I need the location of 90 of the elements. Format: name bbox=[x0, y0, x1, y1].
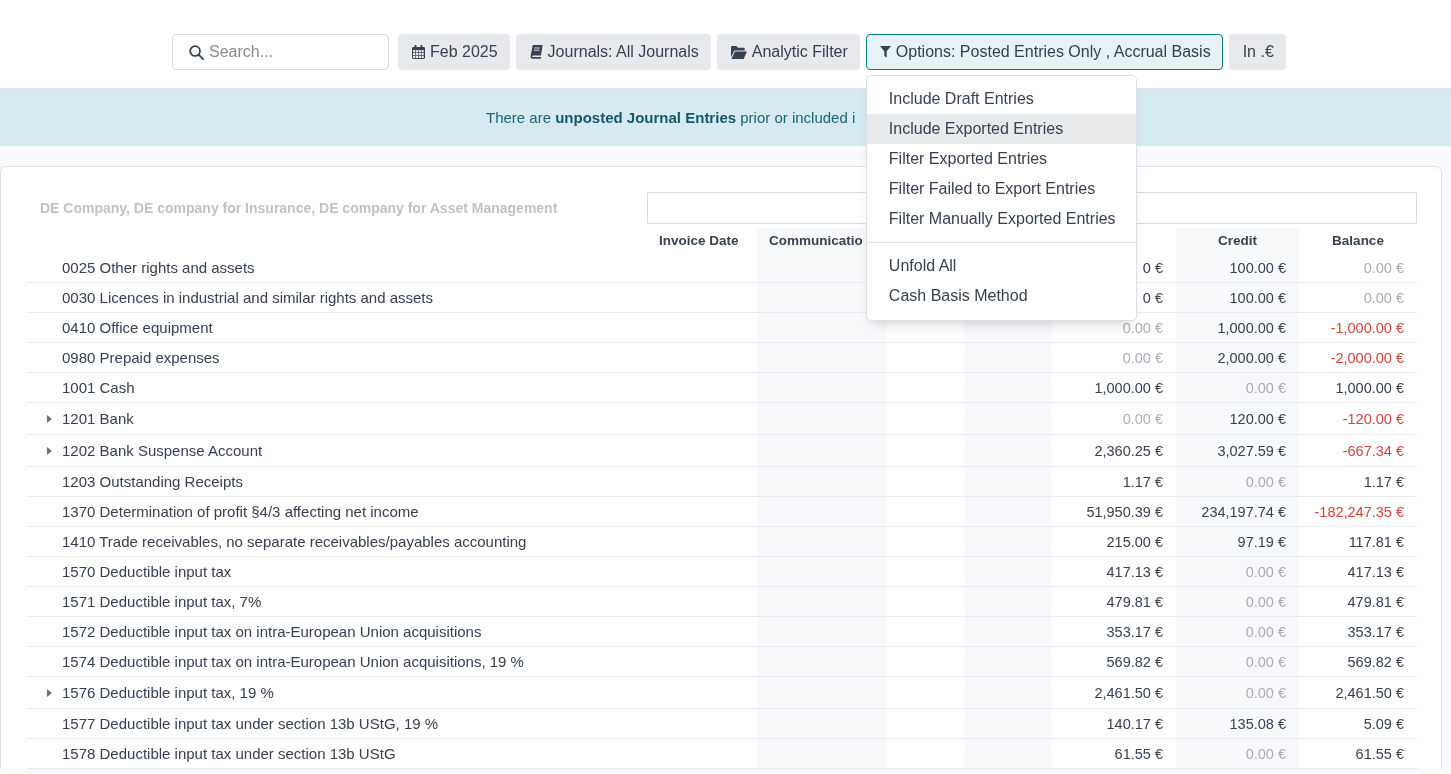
account-name: 0030 Licences in industrial and similar rights and assets bbox=[62, 289, 434, 306]
account-name: 1202 Bank Suspense Account bbox=[62, 442, 263, 459]
search-icon bbox=[189, 45, 204, 60]
account-name: 1571 Deductible input tax, 7% bbox=[62, 593, 262, 610]
balance-amount: -120.00 € bbox=[1299, 403, 1417, 435]
account-name: 1572 Deductible input tax on intra-European Union acquisitions bbox=[62, 623, 482, 640]
balance-amount: -2,000.00 € bbox=[1299, 343, 1417, 373]
credit-amount: 3,027.59 € bbox=[1176, 435, 1299, 467]
credit-amount: 1,000.00 € bbox=[1176, 313, 1299, 343]
filter-icon bbox=[879, 46, 891, 58]
debit-amount: 61.55 € bbox=[1052, 739, 1176, 769]
column-header: Balance bbox=[1331, 232, 1385, 250]
account-name: 1578 Deductible input tax under section 13b UStG bbox=[62, 745, 396, 762]
credit-amount: 2,000.00 € bbox=[1176, 343, 1299, 373]
period-filter-button[interactable]: Feb 2025 bbox=[398, 34, 510, 70]
column-header: Invoice Date bbox=[658, 232, 740, 250]
menu-item[interactable]: Filter Manually Exported Entries bbox=[866, 204, 1136, 234]
account-name: 1410 Trade receivables, no separate receivables/payables accounting bbox=[62, 533, 527, 550]
debit-amount: 215.00 € bbox=[1052, 527, 1176, 557]
account-name: 0410 Office equipment bbox=[62, 319, 213, 336]
debit-amount: 2,461.50 € bbox=[1052, 677, 1176, 709]
credit-amount: 97.19 € bbox=[1176, 527, 1299, 557]
book-icon bbox=[529, 45, 543, 59]
account-name: 1577 Deductible input tax under section 13b UStG, 19 % bbox=[62, 715, 439, 732]
credit-amount: 0.00 € bbox=[1176, 739, 1299, 769]
credit-amount: 100.00 € bbox=[1176, 253, 1299, 283]
account-name: 1203 Outstanding Receipts bbox=[62, 473, 243, 490]
debit-amount: 51,950.39 € bbox=[1052, 497, 1176, 527]
balance-amount: 117.81 € bbox=[1299, 527, 1417, 557]
caret-icon[interactable] bbox=[47, 688, 52, 697]
calendar-icon bbox=[412, 45, 425, 59]
credit-amount: 0.00 € bbox=[1176, 647, 1299, 677]
balance-amount: -182,247.35 € bbox=[1299, 497, 1417, 527]
balance-amount: 5.09 € bbox=[1299, 709, 1417, 739]
debit-amount: 1.17 € bbox=[1052, 467, 1176, 497]
balance-amount: 417.13 € bbox=[1299, 557, 1417, 587]
account-name: 1574 Deductible input tax on intra-European Union acquisitions, 19 % bbox=[62, 653, 524, 670]
credit-amount: 0.00 € bbox=[1176, 373, 1299, 403]
debit-amount: 353.17 € bbox=[1052, 617, 1176, 647]
account-name: 0980 Prepaid expenses bbox=[62, 349, 220, 366]
account-name: 1570 Deductible input tax bbox=[62, 563, 232, 580]
debit-amount: 569.82 € bbox=[1052, 647, 1176, 677]
journals-filter-button[interactable]: Journals: All Journals bbox=[515, 34, 711, 70]
account-name: 1370 Determination of profit §4/3 affecting net income bbox=[62, 503, 419, 520]
credit-amount: 135.08 € bbox=[1176, 709, 1299, 739]
menu-item[interactable]: Include Exported Entries bbox=[866, 114, 1136, 144]
caret-icon[interactable] bbox=[47, 446, 52, 455]
currency-filter-button[interactable]: In .€ bbox=[1228, 34, 1286, 70]
account-name: 0025 Other rights and assets bbox=[62, 259, 255, 276]
balance-amount: 479.81 € bbox=[1299, 587, 1417, 617]
balance-amount: 353.17 € bbox=[1299, 617, 1417, 647]
account-name: 1001 Cash bbox=[62, 379, 135, 396]
search-field[interactable]: Search... bbox=[172, 34, 389, 70]
debit-amount: 479.81 € bbox=[1052, 587, 1176, 617]
credit-amount: 0.00 € bbox=[1176, 587, 1299, 617]
credit-amount: 0.00 € bbox=[1176, 617, 1299, 647]
menu-item[interactable]: Filter Exported Entries bbox=[866, 144, 1136, 174]
caret-icon[interactable] bbox=[47, 414, 52, 423]
balance-amount: 1,000.00 € bbox=[1299, 373, 1417, 403]
balance-amount: -667.34 € bbox=[1299, 435, 1417, 467]
credit-amount: 0.00 € bbox=[1176, 557, 1299, 587]
balance-amount: 61.55 € bbox=[1299, 739, 1417, 769]
credit-amount: 120.00 € bbox=[1176, 403, 1299, 435]
debit-amount: 0.00 € bbox=[1052, 403, 1176, 435]
company-names: DE Company, DE company for Insurance, DE company for Asset Management bbox=[39, 200, 559, 216]
balance-amount: -1,000.00 € bbox=[1299, 313, 1417, 343]
column-header: Communicatio bbox=[768, 232, 864, 250]
options-filter-button[interactable]: Options: Posted Entries Only , Accrual Basis bbox=[865, 34, 1223, 70]
debit-amount: 2,360.25 € bbox=[1052, 435, 1176, 467]
account-name: 1576 Deductible input tax, 19 % bbox=[62, 684, 274, 701]
debit-amount: 417.13 € bbox=[1052, 557, 1176, 587]
balance-amount: 2,461.50 € bbox=[1299, 677, 1417, 709]
balance-amount: 1.17 € bbox=[1299, 467, 1417, 497]
balance-amount: 0.00 € bbox=[1299, 283, 1417, 313]
account-name: 1201 Bank bbox=[62, 410, 134, 427]
debit-amount: 1,000.00 € bbox=[1052, 373, 1176, 403]
credit-amount: 0.00 € bbox=[1176, 467, 1299, 497]
notice-text: There are unposted Journal Entries prior or included i bbox=[486, 109, 856, 126]
debit-amount: 0.00 € bbox=[1052, 343, 1176, 373]
column-header: Credit bbox=[1217, 232, 1258, 250]
balance-amount: 0.00 € bbox=[1299, 253, 1417, 283]
analytic-filter-button[interactable]: Analytic Filter bbox=[716, 34, 860, 70]
menu-item[interactable]: Filter Failed to Export Entries bbox=[866, 174, 1136, 204]
folder-icon bbox=[730, 45, 747, 59]
debit-amount: 140.17 € bbox=[1052, 709, 1176, 739]
credit-amount: 0.00 € bbox=[1176, 677, 1299, 709]
credit-amount: 100.00 € bbox=[1176, 283, 1299, 313]
menu-item[interactable]: Include Draft Entries bbox=[866, 84, 1136, 114]
credit-amount: 234,197.74 € bbox=[1176, 497, 1299, 527]
balance-amount: 569.82 € bbox=[1299, 647, 1417, 677]
